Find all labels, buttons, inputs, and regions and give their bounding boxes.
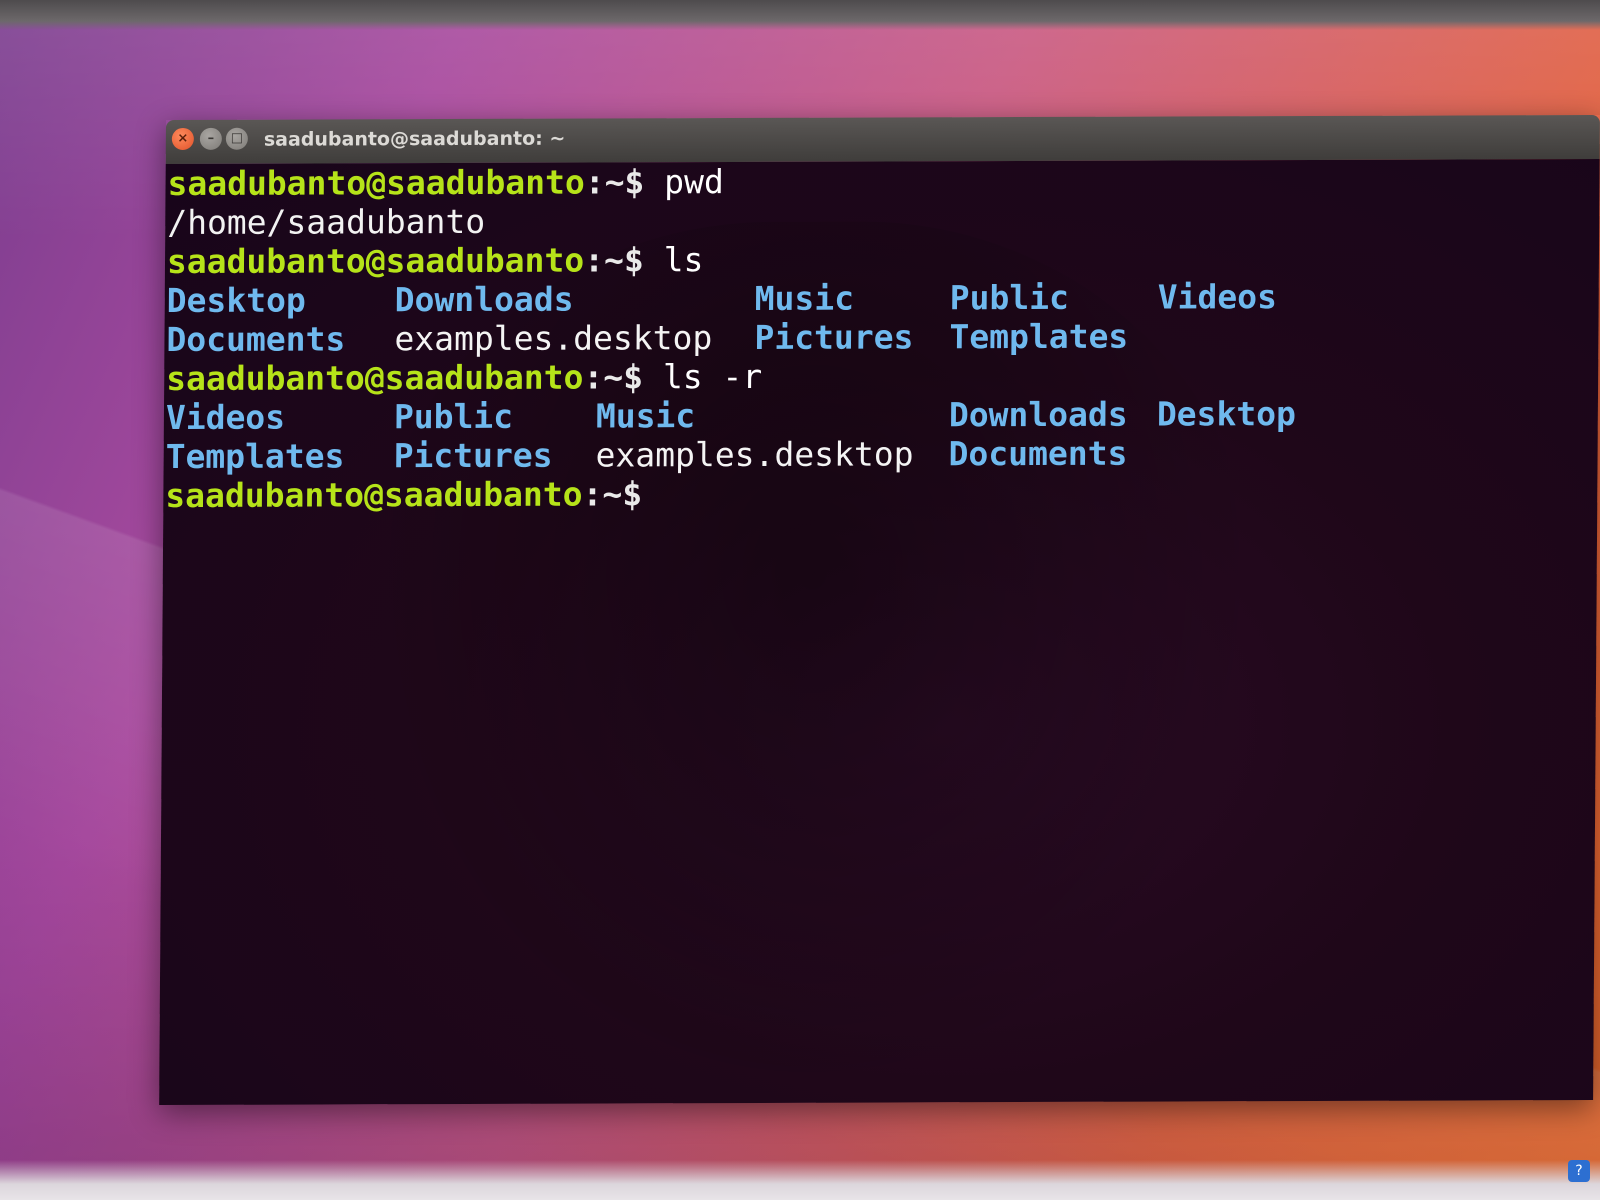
command-text: ls bbox=[663, 240, 704, 280]
prompt-line[interactable]: saadubanto@saadubanto:~$ bbox=[165, 471, 1597, 515]
dir-entry: Music bbox=[595, 396, 696, 436]
prompt-suffix: :~$ bbox=[584, 162, 645, 202]
command-line: saadubanto@saadubanto:~$ ls -r bbox=[166, 354, 1598, 398]
terminal-output[interactable]: saadubanto@saadubanto:~$ pwd /home/saadu… bbox=[159, 158, 1600, 1106]
prompt-user: saadubanto@saadubanto bbox=[167, 162, 585, 203]
file-entry: examples.desktop bbox=[394, 318, 713, 359]
ls-output-row: Documents examples.desktop Pictures Temp… bbox=[166, 315, 1598, 359]
prompt-suffix: :~$ bbox=[584, 240, 644, 280]
dir-entry: Public bbox=[949, 277, 1070, 318]
output-line: /home/saadubanto bbox=[167, 198, 1599, 242]
dir-entry: Templates bbox=[949, 316, 1129, 357]
dir-entry: Public bbox=[393, 396, 514, 437]
close-icon[interactable]: × bbox=[171, 127, 194, 150]
command-text: pwd bbox=[664, 162, 725, 202]
maximize-icon[interactable]: □ bbox=[225, 127, 248, 150]
ls-r-output-row: Videos Public Music Downloads Desktop bbox=[166, 393, 1598, 437]
window-title: saadubanto@saadubanto: ~ bbox=[263, 127, 566, 151]
dir-entry: Desktop bbox=[166, 280, 306, 321]
dir-entry: Downloads bbox=[394, 279, 574, 320]
dir-entry: Music bbox=[754, 278, 855, 318]
monitor-bezel-top bbox=[0, 0, 1600, 30]
command-line: saadubanto@saadubanto:~$ ls bbox=[167, 237, 1599, 281]
dir-entry: Videos bbox=[1157, 277, 1278, 317]
pwd-output: /home/saadubanto bbox=[167, 201, 486, 242]
dir-entry: Downloads bbox=[948, 394, 1128, 435]
monitor-bezel-bottom bbox=[0, 1160, 1600, 1200]
prompt-suffix: :~$ bbox=[582, 474, 643, 514]
dir-entry: Videos bbox=[165, 397, 286, 438]
file-entry: examples.desktop bbox=[595, 434, 914, 475]
dir-entry: Documents bbox=[166, 319, 346, 360]
command-line: saadubanto@saadubanto:~$ pwd bbox=[167, 159, 1599, 203]
help-icon[interactable]: ? bbox=[1568, 1160, 1590, 1182]
terminal-window[interactable]: × – □ saadubanto@saadubanto: ~ saadubant… bbox=[159, 114, 1600, 1106]
dir-entry: Desktop bbox=[1156, 394, 1297, 434]
prompt-user: saadubanto@saadubanto bbox=[165, 474, 583, 516]
dir-entry: Pictures bbox=[754, 317, 914, 357]
prompt-user: saadubanto@saadubanto bbox=[166, 240, 585, 282]
minimize-icon[interactable]: – bbox=[199, 127, 222, 150]
ls-output-row: Desktop Downloads Music Public Videos bbox=[167, 276, 1599, 320]
terminal-titlebar[interactable]: × – □ saadubanto@saadubanto: ~ bbox=[165, 114, 1600, 165]
dir-entry: Documents bbox=[948, 433, 1128, 474]
command-text: ls -r bbox=[662, 356, 763, 397]
ls-r-output-row: Templates Pictures examples.desktop Docu… bbox=[166, 432, 1598, 476]
dir-entry: Templates bbox=[165, 436, 345, 477]
dir-entry: Pictures bbox=[393, 435, 553, 476]
prompt-user: saadubanto@saadubanto bbox=[166, 357, 584, 399]
prompt-suffix: :~$ bbox=[583, 357, 644, 397]
